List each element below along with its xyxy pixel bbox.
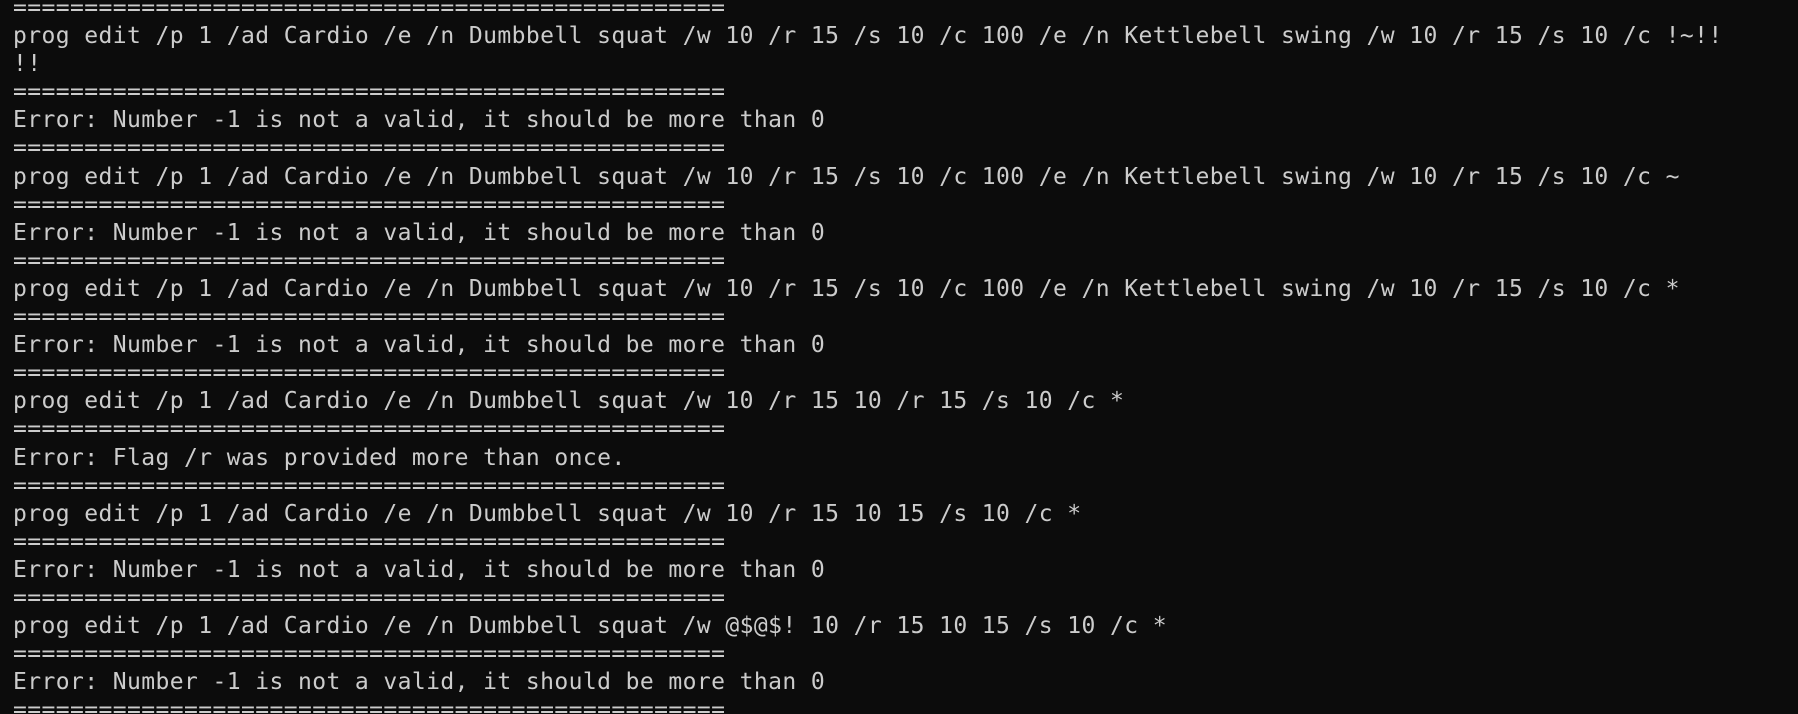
- separator-line: ========================================…: [13, 697, 726, 714]
- terminal-output: ========================================…: [13, 0, 1723, 714]
- separator-line: ========================================…: [13, 0, 726, 21]
- command-line: prog edit /p 1 /ad Cardio /e /n Dumbbell…: [13, 613, 1168, 640]
- separator-line: ========================================…: [13, 528, 726, 555]
- error-message: Error: Number -1 is not a valid, it shou…: [13, 556, 826, 583]
- command-line: prog edit /p 1 /ad Cardio /e /n Dumbbell…: [13, 163, 1680, 190]
- terminal-window[interactable]: ========================================…: [0, 0, 1798, 714]
- separator-line: ========================================…: [13, 191, 726, 218]
- error-message: Error: Flag /r was provided more than on…: [13, 444, 626, 471]
- command-line: prog edit /p 1 /ad Cardio /e /n Dumbbell…: [13, 388, 1125, 415]
- separator-line: ========================================…: [13, 247, 726, 274]
- command-line: prog edit /p 1 /ad Cardio /e /n Dumbbell…: [13, 275, 1680, 302]
- separator-line: ========================================…: [13, 360, 726, 387]
- command-line: prog edit /p 1 /ad Cardio /e /n Dumbbell…: [13, 500, 1082, 527]
- separator-line: ========================================…: [13, 79, 726, 106]
- error-message: Error: Number -1 is not a valid, it shou…: [13, 107, 826, 134]
- separator-line: ========================================…: [13, 135, 726, 162]
- separator-line: ========================================…: [13, 641, 726, 668]
- error-message: Error: Number -1 is not a valid, it shou…: [13, 669, 826, 696]
- command-line-wrap: !!: [13, 51, 42, 78]
- error-message: Error: Number -1 is not a valid, it shou…: [13, 219, 826, 246]
- separator-line: ========================================…: [13, 416, 726, 443]
- separator-line: ========================================…: [13, 584, 726, 611]
- separator-line: ========================================…: [13, 472, 726, 499]
- separator-line: ========================================…: [13, 304, 726, 331]
- error-message: Error: Number -1 is not a valid, it shou…: [13, 332, 826, 359]
- command-line: prog edit /p 1 /ad Cardio /e /n Dumbbell…: [13, 23, 1723, 50]
